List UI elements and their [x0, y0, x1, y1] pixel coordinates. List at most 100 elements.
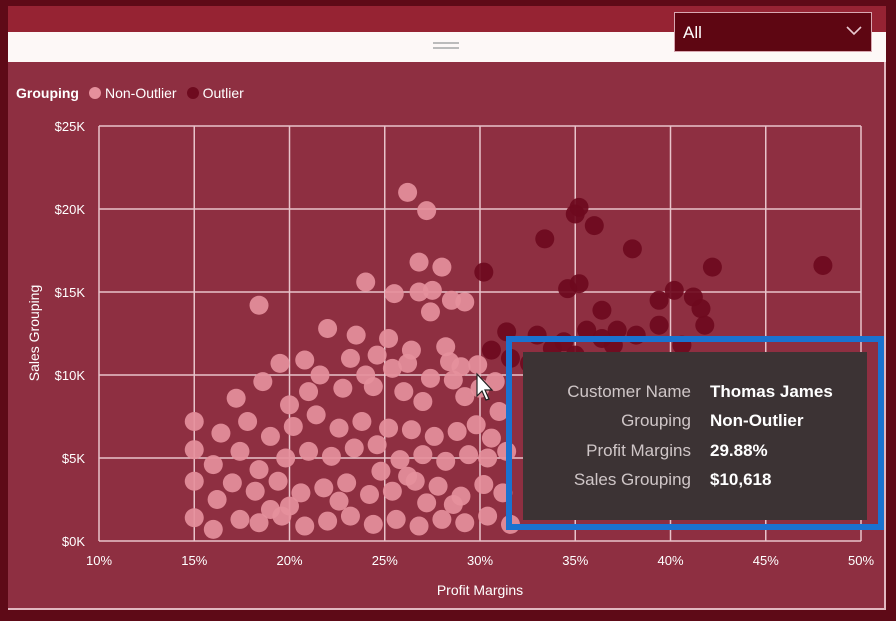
data-point[interactable] — [360, 485, 380, 505]
data-point[interactable] — [478, 448, 498, 468]
data-point[interactable] — [310, 365, 330, 385]
data-point[interactable] — [318, 319, 338, 339]
data-point[interactable] — [371, 461, 391, 481]
data-point[interactable] — [401, 420, 421, 440]
data-point[interactable] — [363, 377, 383, 397]
data-point[interactable] — [270, 353, 290, 373]
data-point[interactable] — [379, 418, 399, 438]
data-point[interactable] — [222, 473, 242, 493]
data-point[interactable] — [230, 509, 250, 529]
data-point[interactable] — [379, 328, 399, 348]
data-point[interactable] — [702, 257, 722, 277]
data-point[interactable] — [478, 506, 498, 526]
data-point[interactable] — [422, 280, 442, 300]
data-point[interactable] — [535, 229, 555, 249]
data-point[interactable] — [455, 513, 475, 533]
data-point[interactable] — [447, 421, 467, 441]
data-point[interactable] — [569, 197, 589, 217]
data-point[interactable] — [295, 516, 315, 536]
data-point[interactable] — [695, 315, 715, 335]
data-point[interactable] — [409, 252, 429, 272]
data-point[interactable] — [238, 411, 258, 431]
data-point[interactable] — [249, 295, 269, 315]
data-point[interactable] — [417, 201, 437, 221]
data-point[interactable] — [592, 300, 612, 320]
data-point[interactable] — [211, 423, 231, 443]
data-point[interactable] — [424, 426, 444, 446]
data-point[interactable] — [344, 438, 364, 458]
data-point[interactable] — [455, 292, 475, 312]
data-point[interactable] — [184, 508, 204, 528]
data-point[interactable] — [184, 440, 204, 460]
data-point[interactable] — [409, 516, 429, 536]
data-point[interactable] — [474, 262, 494, 282]
data-point[interactable] — [283, 416, 303, 436]
data-point[interactable] — [329, 491, 349, 511]
data-point[interactable] — [558, 279, 578, 299]
data-point[interactable] — [584, 216, 604, 236]
data-point[interactable] — [299, 382, 319, 402]
data-point[interactable] — [390, 450, 410, 470]
data-point[interactable] — [276, 448, 296, 468]
data-point[interactable] — [333, 378, 353, 398]
data-point[interactable] — [356, 272, 376, 292]
data-point[interactable] — [622, 239, 642, 259]
data-point[interactable] — [367, 435, 387, 455]
data-point[interactable] — [649, 315, 669, 335]
data-point[interactable] — [398, 466, 418, 486]
data-point[interactable] — [413, 445, 433, 465]
data-point[interactable] — [337, 473, 357, 493]
data-point[interactable] — [280, 395, 299, 415]
data-point[interactable] — [203, 455, 223, 475]
data-point[interactable] — [268, 471, 288, 491]
data-point[interactable] — [340, 348, 360, 368]
data-point[interactable] — [384, 284, 404, 304]
data-point[interactable] — [340, 506, 360, 526]
data-point[interactable] — [459, 445, 479, 465]
data-point[interactable] — [352, 411, 372, 431]
data-point[interactable] — [363, 514, 383, 534]
data-point[interactable] — [314, 478, 334, 498]
data-point[interactable] — [386, 509, 406, 529]
data-point[interactable] — [226, 388, 246, 408]
data-point[interactable] — [420, 368, 440, 388]
data-point[interactable] — [295, 350, 315, 370]
data-point[interactable] — [428, 476, 448, 496]
data-point[interactable] — [440, 352, 460, 372]
data-point[interactable] — [813, 255, 833, 275]
data-point[interactable] — [382, 481, 402, 501]
data-point[interactable] — [474, 475, 494, 495]
data-point[interactable] — [207, 490, 227, 509]
data-point[interactable] — [436, 451, 456, 471]
data-point[interactable] — [417, 493, 437, 513]
data-point[interactable] — [203, 519, 223, 539]
data-point[interactable] — [299, 441, 319, 461]
data-point[interactable] — [398, 353, 418, 373]
data-point[interactable] — [318, 511, 338, 531]
data-point[interactable] — [481, 340, 501, 360]
data-point[interactable] — [260, 426, 280, 446]
data-point[interactable] — [691, 299, 711, 319]
data-point[interactable] — [184, 471, 204, 491]
data-point[interactable] — [432, 257, 452, 277]
data-point[interactable] — [420, 302, 440, 322]
data-point[interactable] — [184, 411, 204, 431]
data-point[interactable] — [346, 325, 366, 345]
data-point[interactable] — [249, 460, 269, 480]
data-point[interactable] — [245, 481, 265, 501]
data-point[interactable] — [321, 446, 341, 466]
data-point[interactable] — [398, 182, 418, 202]
data-point[interactable] — [466, 415, 486, 435]
data-point[interactable] — [280, 496, 299, 516]
data-point[interactable] — [664, 280, 684, 300]
data-point[interactable] — [230, 441, 250, 461]
data-point[interactable] — [443, 494, 463, 514]
data-point[interactable] — [253, 372, 273, 392]
data-point[interactable] — [432, 509, 452, 529]
data-point[interactable] — [306, 405, 326, 425]
data-point[interactable] — [413, 392, 433, 412]
data-point[interactable] — [481, 428, 501, 448]
data-point[interactable] — [394, 382, 414, 402]
data-point[interactable] — [367, 345, 387, 365]
data-point[interactable] — [260, 499, 280, 519]
